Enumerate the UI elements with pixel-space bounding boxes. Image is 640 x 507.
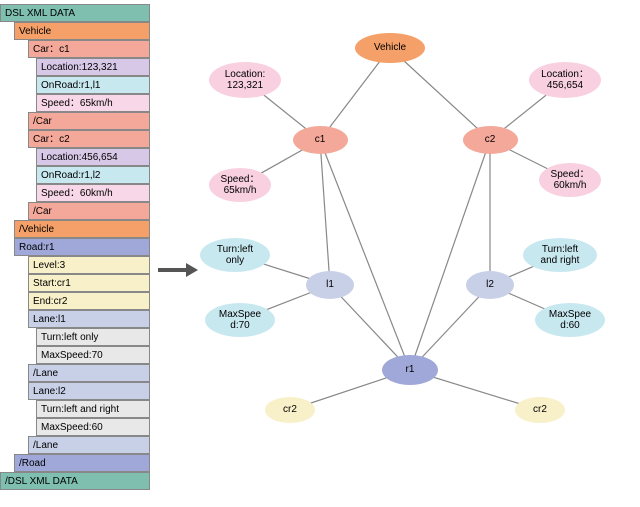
xml-row: /Vehicle	[14, 220, 150, 238]
graph-edge	[390, 48, 490, 140]
xml-row: Turn:left only	[36, 328, 150, 346]
xml-row: Lane:l1	[28, 310, 150, 328]
xml-row: Level:3	[28, 256, 150, 274]
knowledge-graph: Vehicle c1 c2 Location:123,321 Speed：65km/h L…	[200, 30, 630, 470]
node-l2: l2	[466, 271, 514, 299]
xml-row: /Car	[28, 112, 150, 130]
node-mspd1: MaxSpeed:70	[205, 303, 275, 337]
xml-row: Road:r1	[14, 238, 150, 256]
xml-row: Vehicle	[14, 22, 150, 40]
xml-row: DSL XML DATA	[0, 4, 150, 22]
node-c1: c1	[293, 126, 348, 154]
xml-row: Lane:l2	[28, 382, 150, 400]
xml-row: Speed：65km/h	[36, 94, 150, 112]
node-c2: c2	[463, 126, 518, 154]
node-turn1: Turn:leftonly	[200, 238, 270, 272]
xml-row: MaxSpeed:70	[36, 346, 150, 364]
node-spd1: Speed：65km/h	[209, 168, 271, 202]
xml-row: Location:123,321	[36, 58, 150, 76]
node-spd2: Speed：60km/h	[539, 163, 601, 197]
xml-block-stack: DSL XML DATAVehicleCar：c1Location:123,32…	[0, 4, 150, 490]
xml-row: End:cr2	[28, 292, 150, 310]
node-mspd2: MaxSpeed:60	[535, 303, 605, 337]
xml-row: /Lane	[28, 436, 150, 454]
xml-row: /Car	[28, 202, 150, 220]
node-cr2b: cr2	[515, 397, 565, 423]
xml-row: /Road	[14, 454, 150, 472]
xml-row: OnRoad:r1,l1	[36, 76, 150, 94]
xml-row: Car：c1	[28, 40, 150, 58]
node-r1: r1	[382, 355, 438, 385]
node-vehicle: Vehicle	[355, 33, 425, 63]
xml-row: /DSL XML DATA	[0, 472, 150, 490]
xml-row: OnRoad:r1,l2	[36, 166, 150, 184]
graph-edge	[320, 140, 410, 370]
xml-row: Location:456,654	[36, 148, 150, 166]
arrow-icon	[158, 260, 198, 283]
graph-edge	[410, 140, 490, 370]
xml-row: Car：c2	[28, 130, 150, 148]
node-turn2: Turn:leftand right	[523, 238, 597, 272]
node-loc1: Location:123,321	[209, 62, 281, 98]
xml-row: /Lane	[28, 364, 150, 382]
node-loc2: Location：456,654	[529, 62, 601, 98]
xml-row: MaxSpeed:60	[36, 418, 150, 436]
node-cr2a: cr2	[265, 397, 315, 423]
node-l1: l1	[306, 271, 354, 299]
xml-row: Start:cr1	[28, 274, 150, 292]
xml-row: Turn:left and right	[36, 400, 150, 418]
xml-row: Speed：60km/h	[36, 184, 150, 202]
